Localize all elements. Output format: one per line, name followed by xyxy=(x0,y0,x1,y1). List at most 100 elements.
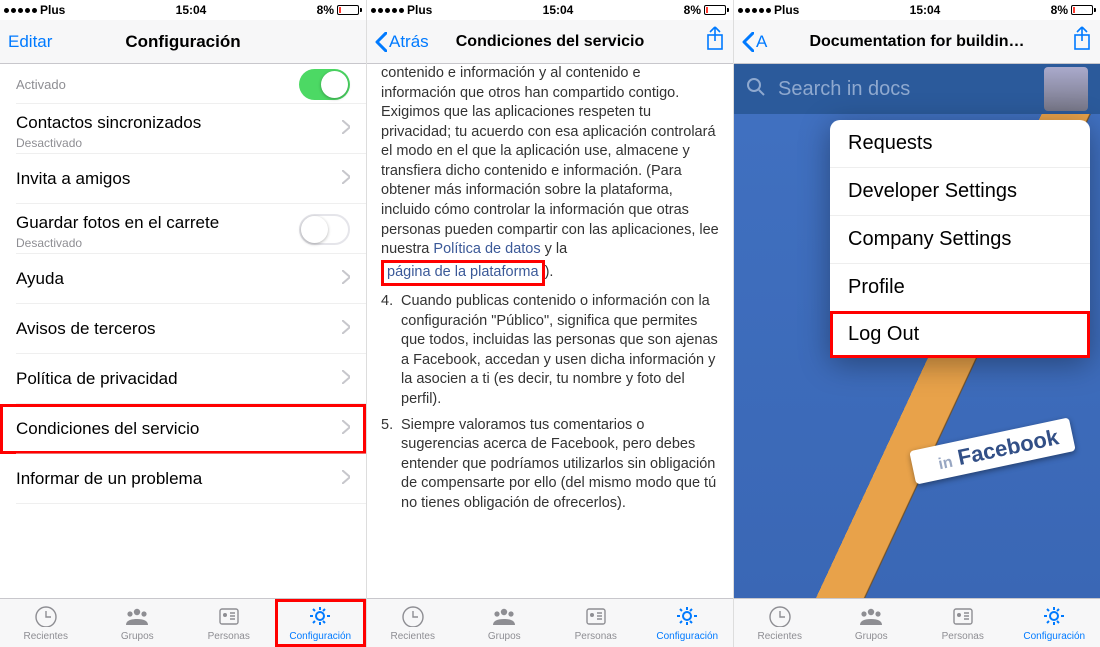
tab-recent-label: Recientes xyxy=(391,631,435,642)
group-icon xyxy=(858,605,884,630)
chevron-right-icon xyxy=(342,270,350,289)
share-icon xyxy=(1072,26,1092,52)
tab-people-label: Personas xyxy=(942,631,984,642)
share-button[interactable] xyxy=(705,26,725,57)
carrier-label: Plus xyxy=(407,3,432,17)
chevron-right-icon xyxy=(342,320,350,339)
tab-settings-label: Configuración xyxy=(289,631,351,642)
search-input[interactable]: Search in docs xyxy=(778,78,1032,101)
tab-groups-label: Grupos xyxy=(855,631,888,642)
row-contacts[interactable]: Contactos sincronizados Desactivado xyxy=(0,104,366,154)
link-platform-page[interactable]: página de la plataforma xyxy=(387,264,539,280)
row-privacy[interactable]: Política de privacidad xyxy=(0,354,366,404)
tab-settings-label: Configuración xyxy=(1023,631,1085,642)
tab-people[interactable]: Personas xyxy=(550,599,642,647)
tab-bar: Recientes Grupos Personas Configuración xyxy=(0,598,366,647)
page-title: Configuración xyxy=(0,32,366,52)
share-icon xyxy=(705,26,725,52)
menu-requests[interactable]: Requests xyxy=(830,120,1090,167)
chevron-right-icon xyxy=(342,420,350,439)
tos-lead-paragraph: contenido e información y al contenido e… xyxy=(381,64,719,286)
row-third-party[interactable]: Avisos de terceros xyxy=(0,304,366,354)
link-data-policy[interactable]: Política de datos xyxy=(433,241,540,257)
tab-recent-label: Recientes xyxy=(758,631,802,642)
menu-profile[interactable]: Profile xyxy=(830,263,1090,311)
battery-icon xyxy=(1071,5,1096,15)
chevron-right-icon xyxy=(342,370,350,389)
row-tos[interactable]: Condiciones del servicio xyxy=(0,404,366,454)
nav-bar: Atrás Condiciones del servicio xyxy=(367,20,733,64)
gear-icon xyxy=(307,605,333,630)
tab-groups[interactable]: Grupos xyxy=(826,599,918,647)
activated-switch[interactable] xyxy=(299,69,350,100)
group-icon xyxy=(124,605,150,630)
group-icon xyxy=(491,605,517,630)
chevron-right-icon xyxy=(342,170,350,189)
back-button[interactable]: Atrás xyxy=(375,32,429,52)
back-label: Atrás xyxy=(389,32,429,52)
back-label: A xyxy=(756,32,767,52)
share-button[interactable] xyxy=(1072,26,1092,57)
row-invite[interactable]: Invita a amigos xyxy=(0,154,366,204)
row-save-photos-sub: Desactivado xyxy=(16,236,82,250)
search-icon[interactable] xyxy=(746,77,766,102)
row-third-party-label: Avisos de terceros xyxy=(16,319,342,339)
tab-recent-label: Recientes xyxy=(24,631,68,642)
tab-people[interactable]: Personas xyxy=(183,599,275,647)
tab-bar: Recientes Grupos Personas Configuración xyxy=(367,598,733,647)
clock-icon xyxy=(33,605,59,630)
docs-header: Search in docs xyxy=(734,64,1100,114)
chevron-left-icon xyxy=(375,32,387,52)
card-icon xyxy=(950,605,976,630)
status-bar: Plus 15:04 8% xyxy=(734,0,1100,20)
battery-pct: 8% xyxy=(684,3,701,17)
tab-recent[interactable]: Recientes xyxy=(367,599,459,647)
tab-bar: Recientes Grupos Personas Configuración xyxy=(734,598,1100,647)
tab-groups[interactable]: Grupos xyxy=(459,599,551,647)
row-help[interactable]: Ayuda xyxy=(0,254,366,304)
edit-button[interactable]: Editar xyxy=(8,32,52,52)
status-bar: Plus 15:04 8% xyxy=(0,0,366,20)
user-menu-popover: Requests Developer Settings Company Sett… xyxy=(830,120,1090,358)
row-report-label: Informar de un problema xyxy=(16,469,342,489)
menu-company-settings[interactable]: Company Settings xyxy=(830,215,1090,263)
tab-settings[interactable]: Configuración xyxy=(275,599,367,647)
tos-item-5: 5. Siempre valoramos tus comentarios o s… xyxy=(381,416,719,514)
tab-settings[interactable]: Configuración xyxy=(642,599,734,647)
row-report[interactable]: Informar de un problema xyxy=(0,454,366,504)
menu-logout[interactable]: Log Out xyxy=(830,311,1090,358)
card-icon xyxy=(583,605,609,630)
gear-icon xyxy=(1041,605,1067,630)
tab-settings-label: Configuración xyxy=(656,631,718,642)
status-bar: Plus 15:04 8% xyxy=(367,0,733,20)
clock-icon xyxy=(400,605,426,630)
signal-dots-icon xyxy=(4,8,37,13)
row-tos-label: Condiciones del servicio xyxy=(16,419,342,439)
gear-icon xyxy=(674,605,700,630)
tab-groups[interactable]: Grupos xyxy=(92,599,184,647)
avatar[interactable] xyxy=(1044,67,1088,111)
battery-icon xyxy=(704,5,729,15)
chevron-left-icon xyxy=(742,32,754,52)
battery-pct: 8% xyxy=(1051,3,1068,17)
row-contacts-label: Contactos sincronizados xyxy=(16,113,342,133)
tab-groups-label: Grupos xyxy=(488,631,521,642)
chevron-right-icon xyxy=(342,470,350,489)
nav-bar: A Documentation for buildin… xyxy=(734,20,1100,64)
carrier-label: Plus xyxy=(774,3,799,17)
tab-recent[interactable]: Recientes xyxy=(734,599,826,647)
tab-people[interactable]: Personas xyxy=(917,599,1009,647)
menu-developer-settings[interactable]: Developer Settings xyxy=(830,167,1090,215)
save-photos-switch[interactable] xyxy=(299,214,350,245)
row-activated[interactable]: Activado xyxy=(0,64,366,104)
row-save-photos[interactable]: Guardar fotos en el carrete Desactivado xyxy=(0,204,366,254)
clock-label: 15:04 xyxy=(543,3,574,17)
clock-label: 15:04 xyxy=(176,3,207,17)
back-button[interactable]: A xyxy=(742,32,767,52)
tab-recent[interactable]: Recientes xyxy=(0,599,92,647)
tab-settings[interactable]: Configuración xyxy=(1009,599,1100,647)
row-invite-label: Invita a amigos xyxy=(16,169,342,189)
battery-pct: 8% xyxy=(317,3,334,17)
clock-icon xyxy=(767,605,793,630)
tos-body: contenido e información y al contenido e… xyxy=(367,64,733,523)
